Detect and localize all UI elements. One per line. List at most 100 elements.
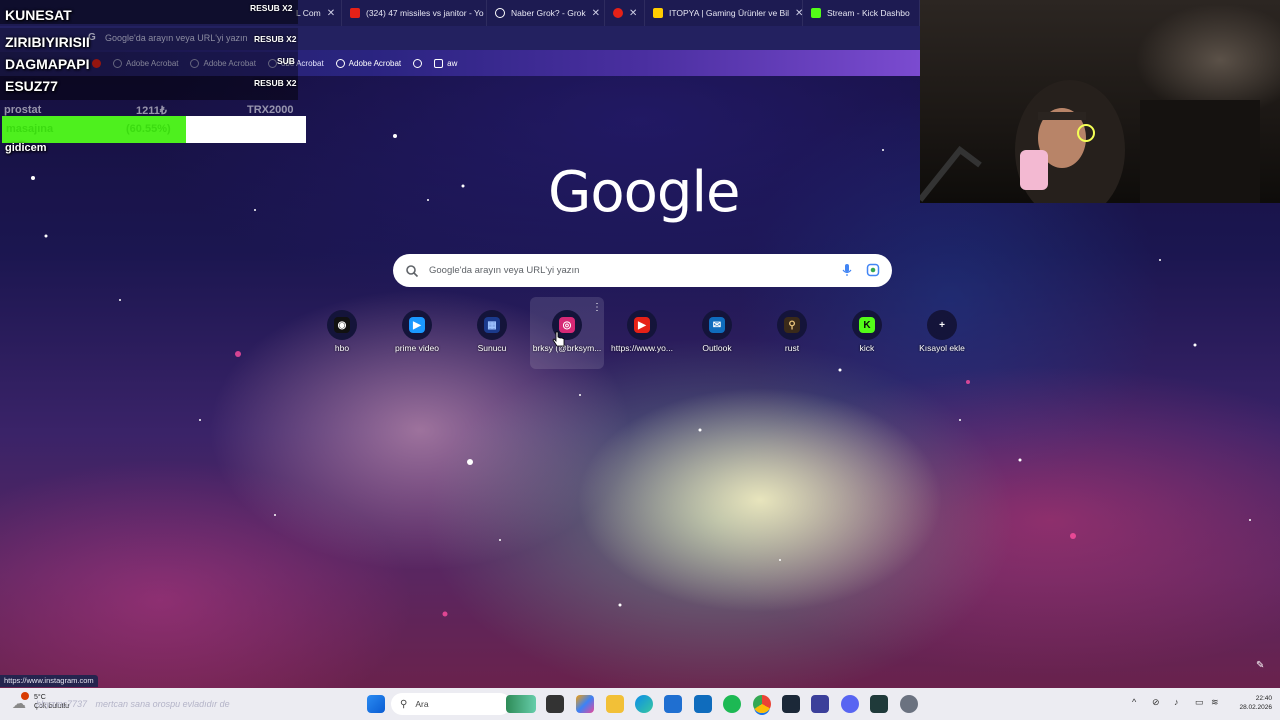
- itopya-icon: [653, 8, 663, 18]
- search-input[interactable]: Google'da arayın veya URL'yi yazın: [429, 265, 579, 276]
- shortcut-tile[interactable]: ▦ Sunucu: [457, 310, 527, 353]
- tab-grok[interactable]: Naber Grok? - Grok ✕: [487, 0, 605, 26]
- display-icon[interactable]: ▭: [1195, 697, 1204, 708]
- goal-caption-row: gidicem: [0, 136, 47, 160]
- file-explorer-icon[interactable]: [606, 695, 624, 713]
- windows-start-icon[interactable]: [367, 695, 385, 713]
- visual-studio-icon[interactable]: [811, 695, 829, 713]
- bookmark-item[interactable]: Adobe Acrobat: [335, 58, 401, 68]
- sub-badge: RESUB X2: [254, 78, 297, 88]
- shortcut-icon-circle: K: [852, 310, 882, 340]
- clock-time: 22:40: [1255, 695, 1272, 702]
- tab-youtube[interactable]: (324) 47 missiles vs janitor - Yo ✕: [342, 0, 487, 26]
- outlook-icon: ✉: [709, 317, 725, 333]
- shortcut-icon-circle: ⚲: [777, 310, 807, 340]
- taskbar-search[interactable]: ⚲ Ara: [391, 693, 511, 715]
- chrome-icon[interactable]: [753, 695, 771, 713]
- google-logo: Google: [548, 160, 740, 225]
- close-icon[interactable]: ✕: [327, 8, 335, 19]
- tab-itopya[interactable]: ITOPYA | Gaming Ürünler ve Bil ✕: [645, 0, 803, 26]
- customize-pencil-icon[interactable]: ✎: [1256, 660, 1270, 674]
- microphone-icon[interactable]: ♪: [1174, 697, 1179, 707]
- sub-alert-row: KUNESAT: [0, 3, 72, 27]
- microphone-icon[interactable]: [841, 263, 853, 277]
- shortcut-tile[interactable]: ◎ brksy (@brksym...: [532, 310, 602, 353]
- shortcut-label: rust: [784, 343, 800, 353]
- shortcut-label: brksy (@brksym...: [532, 343, 602, 353]
- clock-date: 28.02.2026: [1239, 704, 1272, 711]
- globe-icon: [413, 58, 423, 68]
- close-icon[interactable]: ✕: [592, 8, 600, 19]
- goal-target: TRX2000: [247, 104, 294, 116]
- shortcut-tile[interactable]: ⚲ rust: [757, 310, 827, 353]
- bookmark-item[interactable]: [413, 58, 423, 68]
- grok-icon: [495, 8, 505, 18]
- close-icon[interactable]: ✕: [629, 8, 637, 19]
- edge-icon[interactable]: [635, 695, 653, 713]
- spotify-icon[interactable]: [723, 695, 741, 713]
- streaming-app-icon[interactable]: [870, 695, 888, 713]
- chat-message: mertcan sana orospu evladıdır de: [95, 699, 230, 709]
- shortcut-label: prime video: [395, 343, 439, 353]
- discord-icon[interactable]: [841, 695, 859, 713]
- hand-cursor-icon: [552, 331, 565, 347]
- hbo-icon: ◉: [334, 317, 350, 333]
- webcam-image: [920, 80, 1260, 203]
- shortcut-icon-circle: ▶: [402, 310, 432, 340]
- sub-alert-row: DAGMAPAPI: [0, 52, 90, 76]
- shortcut-label: kick: [859, 343, 875, 353]
- taskbar-search-label: Ara: [415, 699, 429, 709]
- more-options-icon[interactable]: ⋮: [592, 302, 602, 313]
- chevron-up-icon[interactable]: ^: [1132, 697, 1136, 707]
- copilot-app-icon[interactable]: [576, 695, 594, 713]
- stream-chat-ticker: hbyzmc7737 mertcan sana orospu evladıdır…: [36, 699, 230, 709]
- tab-title: ITOPYA | Gaming Ürünler ve Bil: [669, 8, 789, 18]
- shortcut-tile[interactable]: ✉ Outlook: [682, 310, 752, 353]
- tab-title: Naber Grok? - Grok: [511, 8, 586, 18]
- close-icon[interactable]: ✕: [795, 8, 802, 19]
- goal-percent: (60.55%): [126, 123, 171, 135]
- shortcut-tile[interactable]: ◉ hbo: [307, 310, 377, 353]
- ai-icon: [434, 58, 444, 68]
- task-view-icon[interactable]: [546, 695, 564, 713]
- copilot-icon[interactable]: [506, 695, 536, 713]
- notification-badge: [21, 692, 29, 700]
- subscriber-name: KUNESAT: [5, 7, 72, 23]
- google-lens-icon[interactable]: [866, 263, 880, 277]
- shortcut-label: Sunucu: [477, 343, 507, 353]
- store-icon[interactable]: [664, 695, 682, 713]
- shortcut-icon-circle: +: [927, 310, 957, 340]
- bookmark-item[interactable]: aw: [434, 58, 457, 68]
- tab-title: Stream - Kick Dashbo: [827, 8, 910, 18]
- network-off-icon[interactable]: ⊘: [1152, 697, 1160, 708]
- shortcut-tile[interactable]: ▶ prime video: [382, 310, 452, 353]
- donation-goal-bar: masajına (60.55%): [2, 116, 306, 143]
- goal-label: masajına: [6, 123, 54, 135]
- subscriber-name: DAGMAPAPI: [5, 56, 90, 72]
- steam-icon[interactable]: [782, 695, 800, 713]
- outlook-icon[interactable]: [694, 695, 712, 713]
- tab-pinned[interactable]: ✕: [605, 0, 645, 26]
- shortcut-tile[interactable]: Kkick: [832, 310, 902, 353]
- goal-title: prostat: [4, 104, 42, 116]
- settings-gear-icon[interactable]: [900, 695, 918, 713]
- subscriber-name: ESUZ77: [5, 78, 58, 94]
- shortcut-tile[interactable]: ▶ https://www.yo...: [607, 310, 677, 353]
- sub-alert-row: ESUZ77: [0, 74, 58, 98]
- search-box[interactable]: Google'da arayın veya URL'yi yazın: [393, 254, 892, 287]
- shortcut-label: https://www.yo...: [611, 343, 673, 353]
- prime-video-icon: ▶: [409, 317, 425, 333]
- shortcut-tile[interactable]: + Kısayol ekle: [907, 310, 977, 353]
- kick-icon: K: [859, 317, 875, 333]
- shortcut-icon-circle: ◉: [327, 310, 357, 340]
- shortcut-icon-circle: ▦: [477, 310, 507, 340]
- shortcut-label: Outlook: [702, 343, 732, 353]
- plus-icon: +: [934, 317, 950, 333]
- shortcut-label: hbo: [334, 343, 350, 353]
- kick-icon: [811, 8, 821, 18]
- status-url: https://www.instagram.com: [0, 675, 98, 687]
- server-icon: ▦: [484, 317, 500, 333]
- search-icon: ⚲: [400, 698, 408, 710]
- tab-kick[interactable]: Stream - Kick Dashbo: [803, 0, 920, 26]
- system-clock[interactable]: 22:40 28.02.2026: [1228, 694, 1272, 712]
